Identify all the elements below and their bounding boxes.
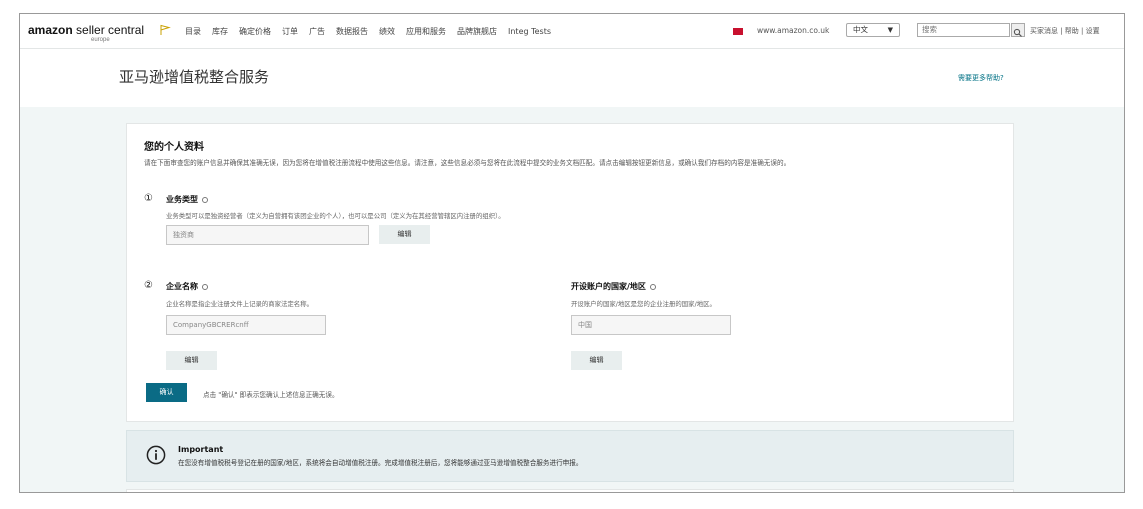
confirm-button[interactable]: 确认: [146, 383, 187, 402]
search-button[interactable]: [1011, 23, 1025, 37]
marketplace-selector[interactable]: www.amazon.co.uk: [757, 26, 829, 35]
step-number-2: ②: [144, 280, 153, 291]
business-type-description: 业务类型可以是独资经营者（定义为自营拥有该团企业的个人），也可以是公司（定义为在…: [166, 212, 505, 220]
menu-item-integ-tests[interactable]: Integ Tests: [508, 27, 551, 36]
menu-item-pricing[interactable]: 确定价格: [239, 26, 271, 37]
company-name-heading: 企业名称: [166, 281, 208, 292]
confirm-note: 点击 "确认" 即表示您确认上述信息正确无误。: [203, 391, 339, 399]
edit-company-name-button[interactable]: 编辑: [166, 351, 217, 370]
uk-flag-icon: [733, 28, 743, 35]
info-icon[interactable]: [202, 283, 208, 290]
main-menu: 目录 库存 确定价格 订单 广告 数据报告 绩效 应用和服务 品牌旗舰店 Int…: [185, 14, 562, 48]
menu-item-inventory[interactable]: 库存: [212, 26, 228, 37]
search-icon: [1013, 28, 1022, 37]
main-content: 您的个人资料 请在下面审查您的账户信息并确保其准确无误，因为您将在增值税注册流程…: [20, 107, 1124, 492]
edit-country-button[interactable]: 编辑: [571, 351, 622, 370]
company-name-title: 企业名称: [166, 282, 198, 291]
business-type-heading: 业务类型: [166, 194, 208, 205]
profile-description: 请在下面审查您的账户信息并确保其准确无误，因为您将在增值税注册流程中使用这些信息…: [144, 159, 791, 167]
important-notice: Important 在您没有增值税税号登记在册的国家/地区，系统将会自动增值税注…: [126, 430, 1014, 482]
flag-icon[interactable]: [159, 24, 171, 36]
top-nav: amazon seller central europe 目录 库存 确定价格 …: [20, 14, 1124, 49]
profile-card: 您的个人资料 请在下面审查您的账户信息并确保其准确无误，因为您将在增值税注册流程…: [126, 123, 1014, 422]
app-window: amazon seller central europe 目录 库存 确定价格 …: [19, 13, 1125, 493]
edit-business-type-button[interactable]: 编辑: [379, 225, 430, 244]
language-value: 中文: [853, 25, 868, 34]
business-type-title: 业务类型: [166, 195, 198, 204]
country-title: 开设账户的国家/地区: [571, 282, 646, 291]
menu-item-reports[interactable]: 数据报告: [336, 26, 368, 37]
country-field[interactable]: 中国: [571, 315, 731, 335]
business-type-field[interactable]: 独资商: [166, 225, 369, 245]
language-select[interactable]: 中文 ▼: [846, 23, 900, 37]
logo-rest: seller central: [72, 23, 145, 37]
important-text: 在您没有增值税税号登记在册的国家/地区，系统将会自动增值税注册。完成增值税注册后…: [178, 459, 583, 467]
top-links[interactable]: 买家消息 | 帮助 | 设置: [1030, 26, 1100, 36]
page-title: 亚马逊增值税整合服务: [119, 68, 270, 86]
info-icon[interactable]: [649, 283, 656, 290]
menu-item-apps-services[interactable]: 应用和服务: [406, 26, 446, 37]
logo-sub: europe: [91, 37, 110, 43]
menu-item-performance[interactable]: 绩效: [379, 26, 395, 37]
country-description: 开设账户的国家/地区是您的企业注册的国家/地区。: [571, 300, 716, 308]
profile-title: 您的个人资料: [144, 142, 204, 153]
company-name-description: 企业名称是指企业注册文件上记录的商家法定名称。: [166, 300, 313, 308]
menu-item-brand-store[interactable]: 品牌旗舰店: [457, 26, 497, 37]
logo-main: amazon: [28, 23, 73, 37]
menu-item-advertising[interactable]: 广告: [309, 26, 325, 37]
info-icon[interactable]: [202, 196, 208, 203]
company-name-field[interactable]: CompanyGBCRERcnff: [166, 315, 326, 335]
country-heading: 开设账户的国家/地区: [571, 281, 656, 292]
page-header: 亚马逊增值税整合服务 需要更多帮助?: [20, 49, 1124, 107]
step-number-1: ①: [144, 193, 153, 204]
important-title: Important: [178, 445, 224, 454]
menu-item-orders[interactable]: 订单: [282, 26, 298, 37]
help-link[interactable]: 需要更多帮助?: [958, 73, 1004, 83]
caret-down-icon: ▼: [887, 26, 893, 34]
info-circle-icon: [146, 445, 166, 465]
amazon-seller-central-logo[interactable]: amazon seller central europe: [28, 23, 145, 43]
menu-item-catalog[interactable]: 目录: [185, 26, 201, 37]
next-section-card: [126, 489, 1014, 492]
search-input[interactable]: 搜索: [917, 23, 1010, 37]
